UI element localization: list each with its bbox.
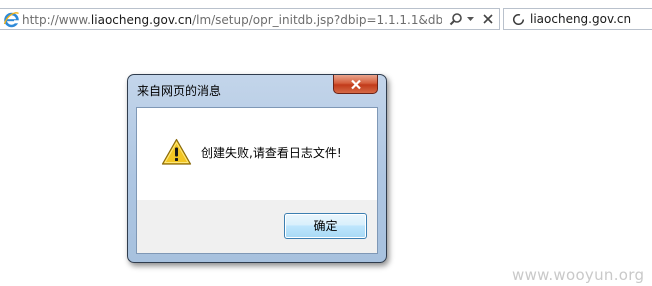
dialog-title: 来自网页的消息 — [137, 84, 222, 98]
search-icon[interactable] — [449, 12, 463, 26]
internet-explorer-icon — [3, 12, 19, 28]
url-field[interactable]: http://www.liaocheng.gov.cn/lm/setup/opr… — [0, 8, 500, 30]
dropdown-arrow-icon[interactable] — [466, 13, 475, 25]
address-bar: http://www.liaocheng.gov.cn/lm/setup/opr… — [0, 0, 502, 37]
warning-icon — [161, 138, 192, 165]
dialog-message: 创建失败,请查看日志文件! — [201, 146, 342, 160]
alert-dialog: 来自网页的消息 创建失败,请查看日志文件! 确定 — [127, 74, 387, 263]
stop-icon[interactable] — [482, 13, 494, 25]
url-path: /lm/setup/opr_initdb.jsp?dbip=1.1.1.1&db… — [192, 13, 442, 27]
dialog-body: 创建失败,请查看日志文件! 确定 — [136, 107, 378, 254]
browser-window: http://www.liaocheng.gov.cn/lm/setup/opr… — [0, 0, 652, 286]
url-prefix: http://www. — [22, 13, 91, 27]
url-text[interactable]: http://www.liaocheng.gov.cn/lm/setup/opr… — [22, 12, 442, 28]
tab-title: liaocheng.gov.cn — [530, 12, 632, 26]
dialog-close-button[interactable] — [333, 75, 378, 94]
close-icon — [351, 79, 361, 90]
ok-button[interactable]: 确定 — [284, 213, 367, 239]
url-domain: liaocheng.gov.cn — [90, 13, 193, 27]
loading-icon — [512, 13, 525, 26]
watermark-text: www.wooyun.org — [512, 266, 645, 284]
browser-tab[interactable]: liaocheng.gov.cn — [503, 8, 652, 30]
dialog-message-area: 创建失败,请查看日志文件! — [137, 108, 377, 200]
